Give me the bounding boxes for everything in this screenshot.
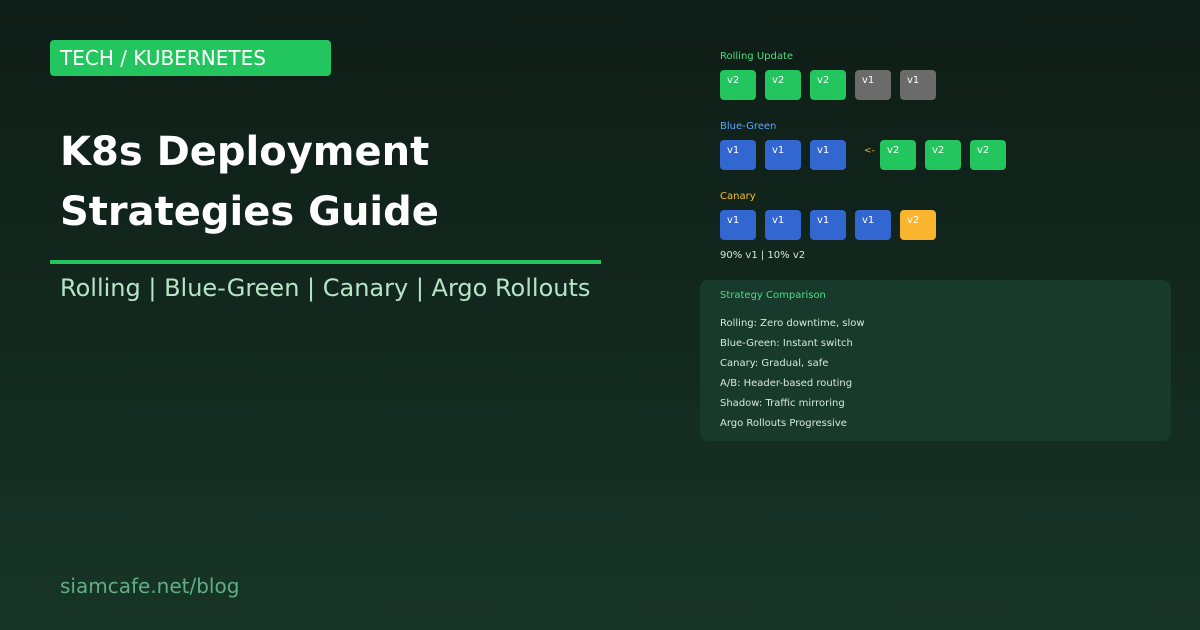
title-line-2: Strategies Guide (60, 189, 439, 235)
green-pod-2: v2 (925, 140, 961, 170)
canary-pod-1: v1 (720, 210, 756, 240)
title-line-1: K8s Deployment (60, 129, 430, 175)
canary-label: Canary (720, 191, 756, 202)
green-pod-3: v2 (970, 140, 1006, 170)
canary-pod-4: v1 (855, 210, 891, 240)
list-item: Blue-Green: Instant switch (720, 338, 853, 349)
rolling-pod-4: v1 (855, 70, 891, 100)
rolling-pod-5: v1 (900, 70, 936, 100)
list-item: Argo Rollouts Progressive (720, 418, 847, 429)
blue-pod-3: v1 (810, 140, 846, 170)
canary-pod-2: v1 (765, 210, 801, 240)
rolling-update-label: Rolling Update (720, 51, 794, 62)
list-item: Rolling: Zero downtime, slow (720, 318, 865, 329)
title-divider (50, 260, 601, 264)
comparison-list: Rolling: Zero downtime, slow Blue-Green:… (720, 314, 865, 434)
list-item: Shadow: Traffic mirroring (720, 398, 845, 409)
canary-traffic-ratio: 90% v1 | 10% v2 (720, 250, 806, 261)
green-pod-1: v2 (880, 140, 916, 170)
strategy-comparison-panel: Strategy Comparison Rolling: Zero downti… (700, 280, 1171, 441)
comparison-title: Strategy Comparison (720, 290, 826, 301)
canary-pod-3: v1 (810, 210, 846, 240)
canary-pod-5: v2 (900, 210, 936, 240)
subtitle: Rolling | Blue-Green | Canary | Argo Rol… (60, 274, 591, 302)
rolling-pod-1: v2 (720, 70, 756, 100)
category-tag: TECH / KUBERNETES (50, 40, 331, 76)
blue-green-label: Blue-Green (720, 121, 777, 132)
page-title: K8s Deployment Strategies Guide (60, 122, 439, 242)
switch-arrow-icon: <- (864, 146, 875, 156)
blue-pod-2: v1 (765, 140, 801, 170)
rolling-pod-3: v2 (810, 70, 846, 100)
list-item: Canary: Gradual, safe (720, 358, 829, 369)
rolling-pod-2: v2 (765, 70, 801, 100)
footer-url: siamcafe.net/blog (60, 574, 240, 598)
list-item: A/B: Header-based routing (720, 378, 853, 389)
blue-pod-1: v1 (720, 140, 756, 170)
